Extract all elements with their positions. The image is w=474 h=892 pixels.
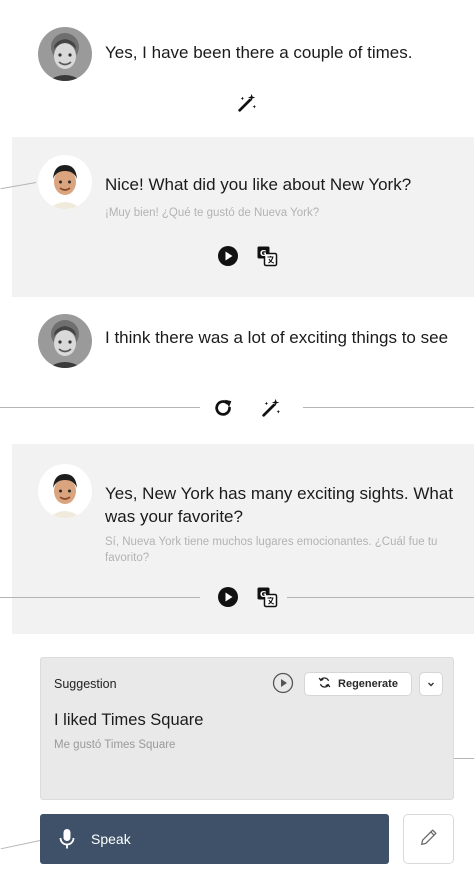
suggestion-text: I liked Times Square bbox=[54, 711, 204, 729]
message-text: I think there was a lot of exciting thin… bbox=[105, 328, 449, 347]
user-avatar bbox=[38, 314, 92, 368]
svg-text:G: G bbox=[260, 249, 267, 258]
translate-icon[interactable]: G bbox=[254, 584, 280, 610]
magic-wand-icon[interactable] bbox=[234, 90, 260, 116]
annotation-line bbox=[0, 597, 200, 598]
message-panel-3: I think there was a lot of exciting thin… bbox=[12, 297, 474, 444]
translate-icon[interactable]: G bbox=[254, 243, 280, 269]
message-text: Yes, New York has many exciting sights. … bbox=[105, 484, 454, 526]
speak-button[interactable]: Speak bbox=[40, 814, 389, 864]
svg-text:G: G bbox=[260, 590, 267, 599]
message-translation: ¡Muy bien! ¿Qué te gustó de Nueva York? bbox=[105, 207, 320, 219]
regenerate-label: Regenerate bbox=[338, 678, 398, 690]
regenerate-button[interactable]: Regenerate bbox=[304, 672, 412, 696]
suggestion-translation: Me gustó Times Square bbox=[54, 739, 176, 751]
play-icon[interactable] bbox=[215, 243, 241, 269]
redo-icon[interactable] bbox=[211, 395, 237, 421]
magic-wand-icon[interactable] bbox=[258, 395, 284, 421]
suggestion-heading: Suggestion bbox=[54, 677, 117, 691]
message-panel-2: Nice! What did you like about New York? … bbox=[12, 137, 474, 297]
microphone-icon bbox=[58, 828, 76, 850]
annotation-line bbox=[0, 407, 200, 408]
pencil-icon bbox=[418, 826, 440, 853]
annotation-line bbox=[303, 407, 474, 408]
tutor-avatar bbox=[38, 155, 92, 209]
speak-label: Speak bbox=[91, 831, 131, 847]
message-text: Nice! What did you like about New York? bbox=[105, 175, 412, 194]
play-icon[interactable] bbox=[215, 584, 241, 610]
message-panel-1: Yes, I have been there a couple of times… bbox=[12, 10, 474, 137]
annotation-line bbox=[287, 597, 474, 598]
message-text: Yes, I have been there a couple of times… bbox=[105, 43, 413, 62]
edit-button[interactable] bbox=[403, 814, 454, 864]
message-translation: Sí, Nueva York tiene muchos lugares emoc… bbox=[105, 536, 438, 564]
annotation-line bbox=[0, 840, 41, 850]
message-panel-4: Yes, New York has many exciting sights. … bbox=[12, 444, 474, 634]
user-avatar bbox=[38, 27, 92, 81]
refresh-icon bbox=[318, 676, 331, 692]
chevron-down-icon[interactable] bbox=[419, 672, 443, 696]
suggestion-card: Suggestion Regenerate I liked Times Squa… bbox=[40, 657, 454, 800]
tutor-avatar bbox=[38, 464, 92, 518]
play-icon[interactable] bbox=[272, 672, 294, 694]
